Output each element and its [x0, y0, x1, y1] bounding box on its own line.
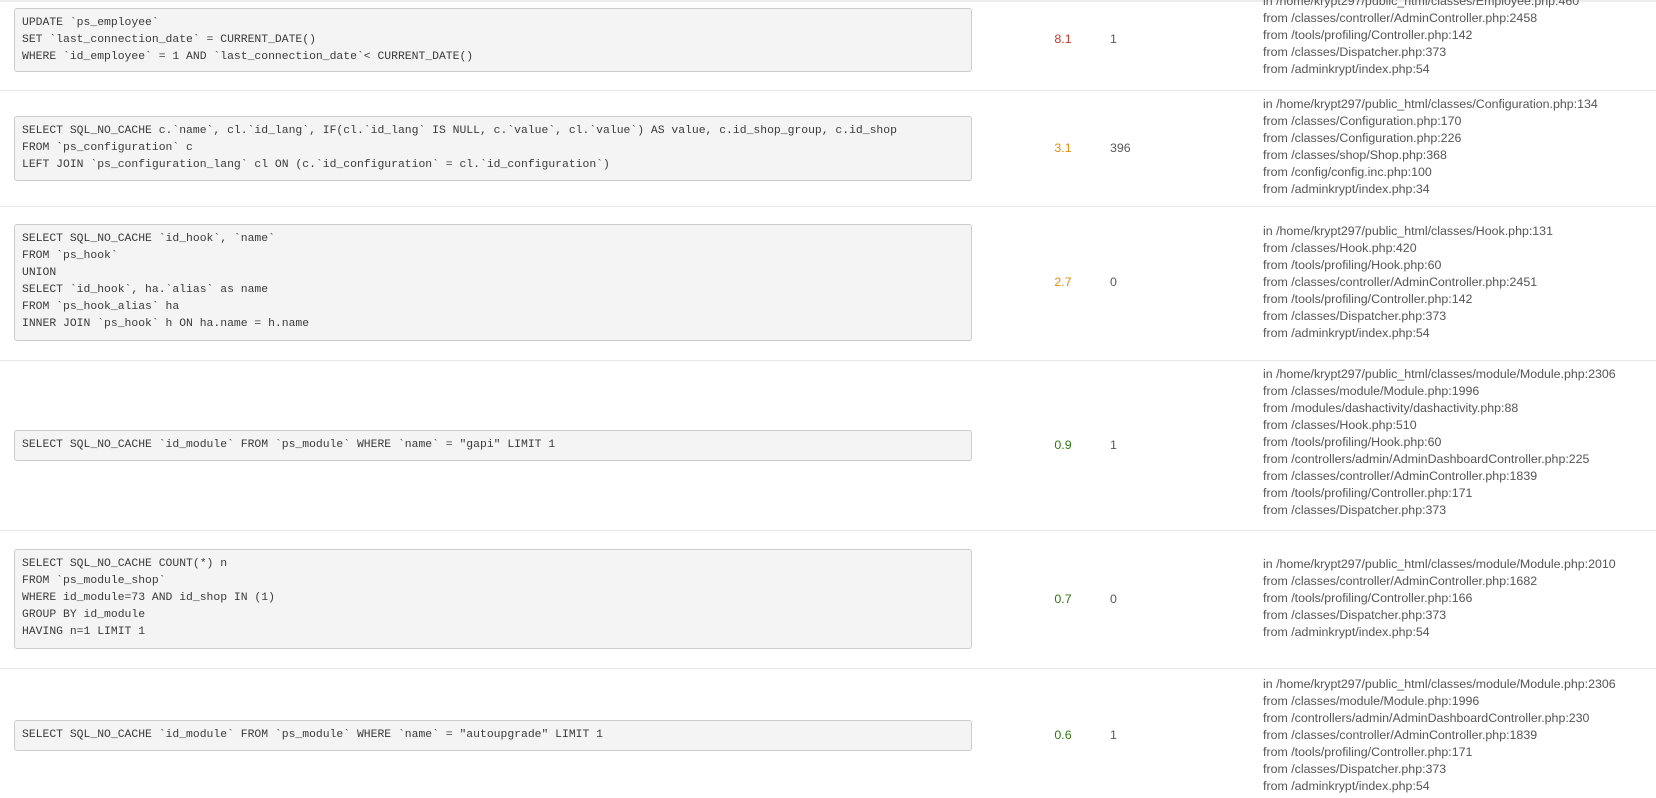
stack-line: from /classes/module/Module.php:1996: [1263, 384, 1480, 398]
stack-line: from /classes/Dispatcher.php:373: [1263, 503, 1447, 517]
stack-line: from /classes/Dispatcher.php:373: [1263, 309, 1447, 323]
query-row: SELECT SQL_NO_CACHE c.`name`, cl.`id_lan…: [0, 90, 1656, 207]
stack-line: in /home/krypt297/public_html/classes/Co…: [1263, 97, 1598, 111]
stack-trace: in /home/krypt297/public_html/classes/mo…: [1263, 556, 1616, 641]
stack-line: from /tools/profiling/Hook.php:60: [1263, 258, 1442, 272]
stack-line: from /classes/controller/AdminController…: [1263, 275, 1538, 289]
stack-line: from /classes/Configuration.php:226: [1263, 131, 1462, 145]
stack-trace: in /home/krypt297/public_html/classes/mo…: [1263, 366, 1616, 519]
stack-line: from /modules/dashactivity/dashactivity.…: [1263, 401, 1519, 415]
stack-trace: in /home/krypt297/public_html/classes/mo…: [1263, 676, 1616, 795]
stack-line: from /classes/module/Module.php:1996: [1263, 694, 1480, 708]
stack-line: from /classes/controller/AdminController…: [1263, 469, 1538, 483]
sql-query: SELECT SQL_NO_CACHE `id_module` FROM `ps…: [14, 430, 972, 461]
stack-line: from /adminkrypt/index.php:34: [1263, 182, 1430, 196]
query-row: SELECT SQL_NO_CACHE `id_module` FROM `ps…: [0, 668, 1656, 798]
stack-line: from /classes/Dispatcher.php:373: [1263, 608, 1447, 622]
stack-line: from /adminkrypt/index.php:54: [1263, 625, 1430, 639]
query-time: 0.7: [1054, 592, 1072, 606]
stack-line: from /classes/Hook.php:510: [1263, 418, 1417, 432]
query-time: 0.6: [1054, 728, 1072, 742]
stack-line: from /classes/shop/Shop.php:368: [1263, 148, 1447, 162]
stack-line: from /adminkrypt/index.php:54: [1263, 779, 1430, 793]
query-count: 0: [1110, 275, 1117, 289]
query-count: 396: [1110, 141, 1131, 155]
stack-line: from /config/config.inc.php:100: [1263, 165, 1432, 179]
stack-line: from /adminkrypt/index.php:54: [1263, 62, 1430, 76]
stack-line: from /tools/profiling/Controller.php:166: [1263, 591, 1473, 605]
stack-line: from /classes/Hook.php:420: [1263, 241, 1417, 255]
stack-line: from /classes/Dispatcher.php:373: [1263, 762, 1447, 776]
sql-query: UPDATE `ps_employee` SET `last_connectio…: [14, 8, 972, 72]
stack-line: from /tools/profiling/Controller.php:171: [1263, 745, 1473, 759]
query-count: 1: [1110, 728, 1117, 742]
stack-line: from /classes/controller/AdminController…: [1263, 11, 1538, 25]
stack-line: in /home/krypt297/public_html/classes/mo…: [1263, 557, 1616, 571]
stack-line: from /adminkrypt/index.php:54: [1263, 326, 1430, 340]
stack-line: from /classes/controller/AdminController…: [1263, 728, 1538, 742]
stack-line: from /controllers/admin/AdminDashboardCo…: [1263, 452, 1590, 466]
query-count: 1: [1110, 32, 1117, 46]
stack-line: from /tools/profiling/Controller.php:142: [1263, 292, 1473, 306]
stack-line: from /tools/profiling/Hook.php:60: [1263, 435, 1442, 449]
stack-line: in /home/krypt297/public_html/classes/Ho…: [1263, 224, 1553, 238]
stack-line: in /home/krypt297/public_html/classes/mo…: [1263, 677, 1616, 691]
query-time: 0.9: [1054, 438, 1072, 452]
sql-query: SELECT SQL_NO_CACHE `id_module` FROM `ps…: [14, 720, 972, 751]
stack-trace: in /home/krypt297/public_html/classes/Ho…: [1263, 223, 1553, 342]
stack-line: in /home/krypt297/public_html/classes/mo…: [1263, 367, 1616, 381]
stack-line: from /classes/Dispatcher.php:373: [1263, 45, 1447, 59]
query-row: SELECT SQL_NO_CACHE `id_module` FROM `ps…: [0, 360, 1656, 531]
query-time: 2.7: [1054, 275, 1072, 289]
stack-line: from /controllers/admin/AdminDashboardCo…: [1263, 711, 1590, 725]
query-time: 3.1: [1054, 141, 1072, 155]
stack-trace: in /home/krypt297/public_html/classes/Co…: [1263, 96, 1598, 198]
sql-query: SELECT SQL_NO_CACHE c.`name`, cl.`id_lan…: [14, 116, 972, 181]
stack-trace: in /home/krypt297/public_html/classes/Em…: [1263, 0, 1579, 78]
query-row: SELECT SQL_NO_CACHE `id_hook`, `name` FR…: [0, 206, 1656, 361]
stack-line: from /tools/profiling/Controller.php:171: [1263, 486, 1473, 500]
query-time: 8.1: [1054, 32, 1072, 46]
stack-line: in /home/krypt297/public_html/classes/Em…: [1263, 0, 1580, 8]
stack-line: from /classes/controller/AdminController…: [1263, 574, 1538, 588]
query-count: 1: [1110, 438, 1117, 452]
query-row: UPDATE `ps_employee` SET `last_connectio…: [0, 0, 1656, 91]
stack-line: from /classes/Configuration.php:170: [1263, 114, 1462, 128]
sql-query: SELECT SQL_NO_CACHE `id_hook`, `name` FR…: [14, 224, 972, 341]
query-row: SELECT SQL_NO_CACHE COUNT(*) n FROM `ps_…: [0, 530, 1656, 669]
stack-line: from /tools/profiling/Controller.php:142: [1263, 28, 1473, 42]
sql-query: SELECT SQL_NO_CACHE COUNT(*) n FROM `ps_…: [14, 549, 972, 649]
query-count: 0: [1110, 592, 1117, 606]
